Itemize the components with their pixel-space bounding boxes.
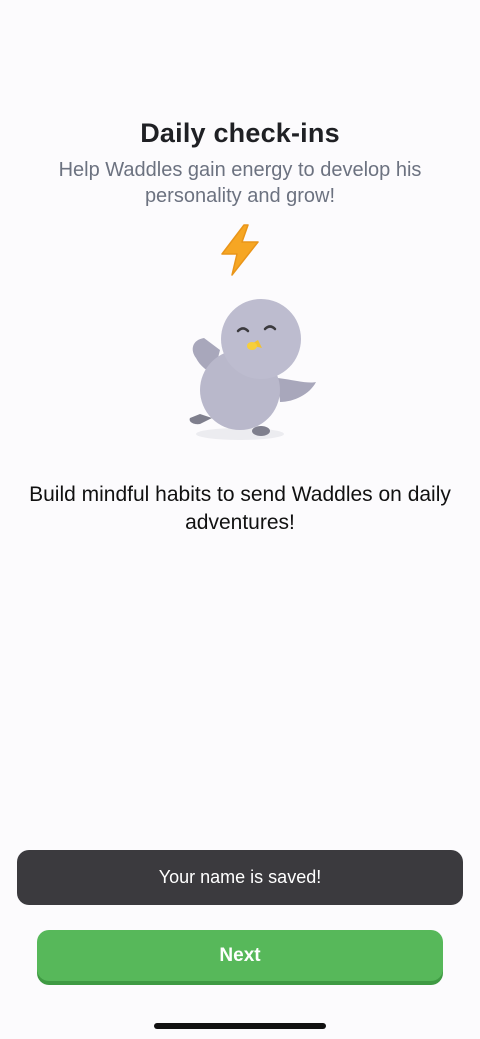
habit-message: Build mindful habits to send Waddles on …: [29, 483, 451, 534]
page-subtitle: Help Waddles gain energy to develop his …: [58, 159, 422, 207]
lightning-bolt-icon: [217, 224, 263, 276]
toast-text: Your name is saved!: [158, 867, 322, 887]
next-button-label: Next: [219, 944, 261, 966]
home-indicator: [154, 1023, 326, 1029]
name-saved-toast: Your name is saved!: [17, 850, 463, 905]
page-title: Daily check-ins: [140, 118, 340, 148]
next-button[interactable]: Next: [37, 930, 443, 981]
penguin-mascot-icon: [182, 298, 322, 446]
